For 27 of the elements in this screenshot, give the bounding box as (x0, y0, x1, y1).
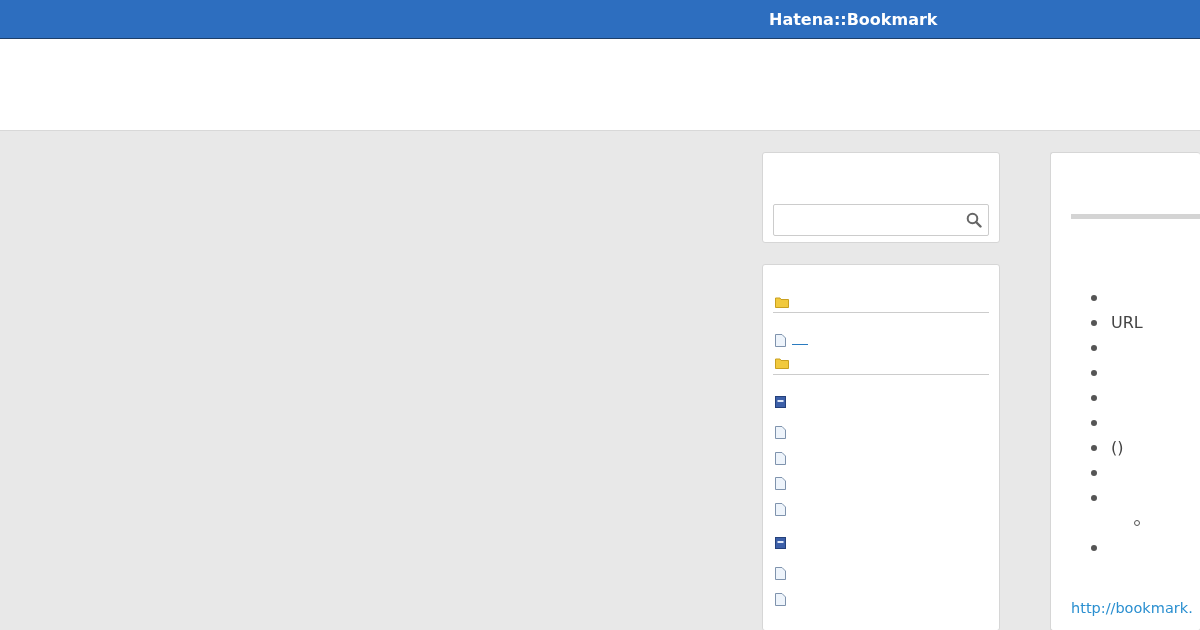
bullet-icon (1091, 469, 1097, 476)
bullet-icon (1091, 319, 1097, 326)
document-icon (775, 333, 786, 347)
book-icon (775, 396, 786, 409)
bullet-icon (1091, 344, 1097, 351)
bullet-icon (1091, 494, 1097, 501)
document-icon (775, 477, 786, 490)
folder-icon (775, 295, 789, 308)
bullet-icon (1091, 419, 1097, 426)
search-icon[interactable] (966, 212, 982, 228)
document-icon (775, 502, 786, 516)
book-icon (775, 537, 786, 550)
bullet-icon (1091, 294, 1097, 301)
list-item-text: URL (1111, 313, 1143, 332)
document-icon (775, 592, 786, 606)
document-icon (775, 567, 786, 580)
bullet-icon (1091, 544, 1097, 551)
document-icon (775, 426, 786, 439)
folder-icon (775, 357, 789, 370)
site-title[interactable]: Hatena::Bookmark (769, 9, 938, 29)
bullet-icon (1091, 444, 1097, 451)
search-field[interactable] (773, 204, 989, 236)
document-icon (775, 451, 786, 465)
bullet-icon (1091, 369, 1097, 376)
bullet-icon (1091, 394, 1097, 401)
list-item-text: () (1111, 438, 1124, 457)
url-link[interactable]: http://bookmark. (1071, 600, 1193, 616)
